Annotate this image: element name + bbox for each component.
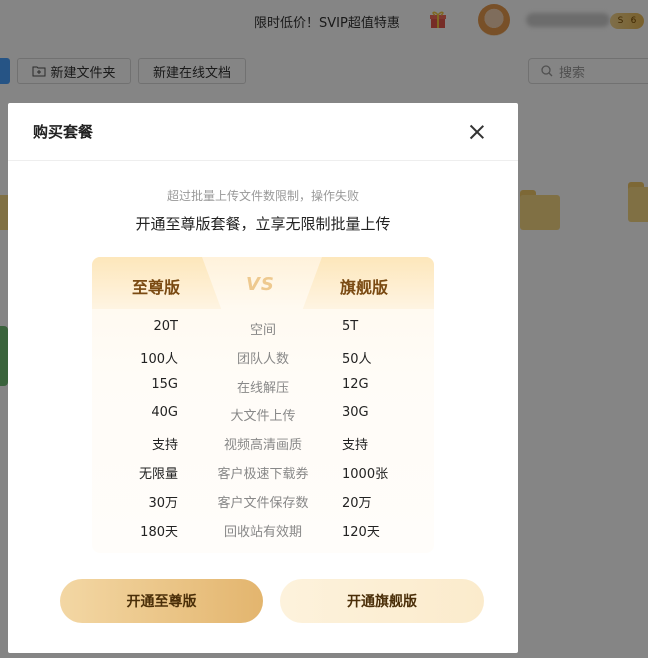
- comparison-row: 无限量 客户极速下载券 1000张: [92, 458, 434, 487]
- comparison-header: 至尊版 VS 旗舰版: [92, 257, 434, 309]
- flagship-value: 30G: [342, 405, 369, 421]
- flagship-value: 50人: [342, 351, 372, 367]
- plan-comparison-table: 至尊版 VS 旗舰版 20T 空间 5T 100人 团队人数 50人 15G 在…: [92, 257, 434, 553]
- comparison-row: 180天 回收站有效期 120天: [92, 516, 434, 545]
- comparison-rows: 20T 空间 5T 100人 团队人数 50人 15G 在线解压 12G 40G…: [92, 314, 434, 544]
- flagship-value: 12G: [342, 376, 369, 392]
- subscribe-flagship-button[interactable]: 开通旗舰版: [280, 579, 484, 623]
- feature-name: 空间: [249, 323, 276, 338]
- purchase-plan-dialog: 购买套餐 超过批量上传文件数限制，操作失败 开通至尊版套餐，立享无限制批量上传 …: [8, 103, 518, 653]
- flagship-value: 支持: [342, 438, 369, 454]
- dialog-title: 购买套餐: [33, 123, 94, 141]
- feature-name: 在线解压: [236, 380, 289, 396]
- plan-name-supreme: 至尊版: [132, 278, 181, 297]
- flagship-value: 20万: [342, 495, 372, 511]
- upgrade-headline: 开通至尊版套餐，立享无限制批量上传: [135, 215, 391, 233]
- comparison-row: 100人 团队人数 50人: [92, 343, 434, 372]
- comparison-row: 20T 空间 5T: [92, 314, 434, 343]
- feature-name: 回收站有效期: [223, 524, 302, 540]
- flagship-value: 1000张: [342, 466, 389, 482]
- dialog-header: 购买套餐: [8, 103, 518, 161]
- close-icon[interactable]: [466, 121, 488, 143]
- feature-name: 视频高清画质: [223, 438, 302, 454]
- feature-name: 团队人数: [236, 351, 289, 367]
- comparison-row: 15G 在线解压 12G: [92, 372, 434, 401]
- error-message: 超过批量上传文件数限制，操作失败: [166, 189, 359, 203]
- comparison-row: 30万 客户文件保存数 20万: [92, 487, 434, 516]
- feature-name: 大文件上传: [230, 409, 296, 425]
- comparison-row: 40G 大文件上传 30G: [92, 400, 434, 429]
- vs-label: VS: [246, 274, 275, 295]
- flagship-value: 120天: [342, 524, 380, 540]
- plan-name-flagship: 旗舰版: [340, 278, 389, 297]
- flagship-value: 5T: [342, 319, 359, 334]
- comparison-row: 支持 视频高清画质 支持: [92, 429, 434, 458]
- feature-name: 客户文件保存数: [217, 495, 309, 511]
- subscribe-supreme-button[interactable]: 开通至尊版: [60, 579, 263, 623]
